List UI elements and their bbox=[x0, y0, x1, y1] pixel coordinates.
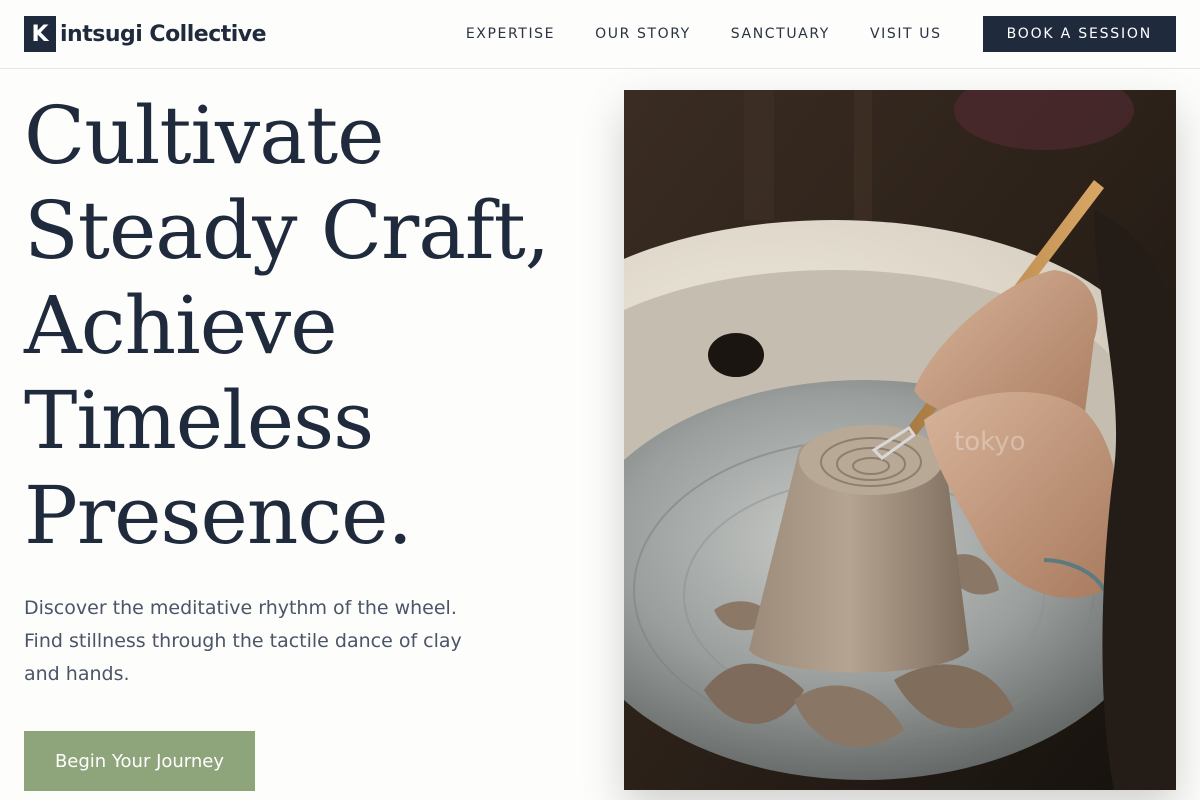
hero-subtitle: Discover the meditative rhythm of the wh… bbox=[24, 597, 462, 685]
pottery-wheel-image: tokyo bbox=[624, 90, 1176, 790]
book-session-button[interactable]: BOOK A SESSION bbox=[982, 16, 1176, 52]
pottery-illustration: tokyo bbox=[624, 90, 1176, 790]
image-watermark: tokyo bbox=[954, 427, 1026, 457]
headline-line: Cultivate bbox=[24, 89, 384, 182]
nav-link-visit-us[interactable]: VISIT US bbox=[870, 26, 942, 42]
site-header: K intsugi Collective EXPERTISE OUR STORY… bbox=[0, 0, 1200, 69]
k-logo-icon: K bbox=[24, 16, 56, 52]
main-nav: EXPERTISE OUR STORY SANCTUARY VISIT US B… bbox=[466, 16, 1176, 52]
headline-line: Steady Craft, bbox=[24, 184, 550, 277]
hero-headline: Cultivate Steady Craft, Achieve Timeless… bbox=[24, 88, 584, 563]
brand-name: intsugi Collective bbox=[60, 21, 267, 47]
headline-line: Achieve bbox=[24, 279, 338, 372]
headline-line: Presence. bbox=[24, 469, 413, 562]
brand-logo[interactable]: K intsugi Collective bbox=[24, 16, 267, 52]
headline-line: Timeless bbox=[24, 374, 374, 467]
begin-journey-button[interactable]: Begin Your Journey bbox=[24, 731, 255, 791]
nav-link-our-story[interactable]: OUR STORY bbox=[595, 26, 691, 42]
nav-link-expertise[interactable]: EXPERTISE bbox=[466, 26, 555, 42]
nav-link-sanctuary[interactable]: SANCTUARY bbox=[731, 26, 830, 42]
